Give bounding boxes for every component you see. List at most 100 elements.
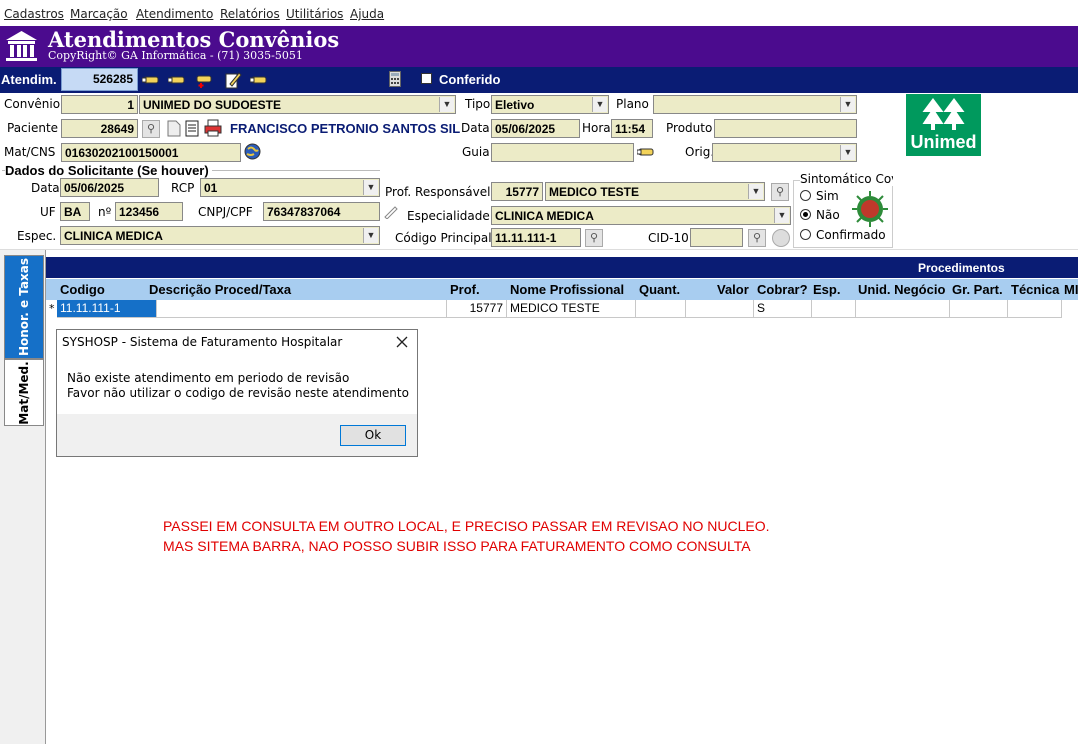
binoculars-icon[interactable]: ⚲ [748, 229, 766, 247]
binoculars-icon[interactable]: ⚲ [771, 183, 789, 201]
cell-valor[interactable] [686, 300, 754, 318]
cid-label: CID-10 [648, 231, 689, 245]
binoculars-icon[interactable]: ⚲ [585, 229, 603, 247]
atendim-label: Atendim. [1, 72, 57, 87]
col-gr-part[interactable]: Gr. Part. [952, 282, 1003, 297]
close-icon[interactable] [394, 334, 410, 350]
produto-field[interactable] [714, 119, 857, 138]
chevron-down-icon[interactable]: ▼ [363, 180, 378, 195]
chevron-down-icon[interactable]: ▼ [840, 97, 855, 112]
dialog-message-line1: Não existe atendimento em periodo de rev… [67, 371, 350, 385]
sol-data-field[interactable]: 05/06/2025 [60, 178, 159, 197]
num-field[interactable]: 123456 [115, 202, 183, 221]
cell-unid[interactable] [856, 300, 950, 318]
menu-marcacao[interactable]: Marcação [70, 7, 128, 21]
codigo-field[interactable]: 11.11.111-1 [491, 228, 581, 247]
menu-ajuda[interactable]: Ajuda [350, 7, 384, 21]
cell-prof[interactable]: 15777 [447, 300, 507, 318]
col-prof[interactable]: Prof. [450, 282, 480, 297]
cell-tecnica[interactable] [1008, 300, 1062, 318]
binoculars-icon[interactable]: ⚲ [142, 120, 160, 138]
plano-select[interactable]: ▼ [653, 95, 857, 114]
edit-document-icon[interactable] [224, 71, 242, 89]
col-mi[interactable]: MI [1064, 282, 1078, 297]
tab-honor-taxas[interactable]: Honor. e Taxas [4, 255, 44, 359]
rcp-select[interactable]: 01 ▼ [200, 178, 380, 197]
uf-field[interactable]: BA [60, 202, 90, 221]
col-cobrar[interactable]: Cobrar? [757, 282, 808, 297]
pencil-icon[interactable] [383, 203, 399, 220]
globe-icon[interactable] [244, 143, 261, 160]
matcns-field[interactable]: 01630202100150001 [61, 143, 241, 162]
cnpj-field[interactable]: 76347837064 [263, 202, 380, 221]
col-nome-profissional[interactable]: Nome Profissional [510, 282, 624, 297]
hand-pointer-icon[interactable] [249, 73, 268, 87]
col-valor[interactable]: Valor [717, 282, 749, 297]
tab-matmed[interactable]: Mat/Med. [4, 359, 44, 426]
ok-button[interactable]: Ok [340, 425, 406, 446]
espec-select[interactable]: CLINICA MEDICA ▼ [491, 206, 791, 225]
paciente-code-field[interactable]: 28649 [61, 119, 138, 138]
col-quant[interactable]: Quant. [639, 282, 680, 297]
chevron-down-icon[interactable]: ▼ [439, 97, 454, 112]
menu-utilitarios[interactable]: Utilitários [286, 7, 343, 21]
data-field[interactable]: 05/06/2025 [491, 119, 580, 138]
cell-cobrar[interactable]: S [754, 300, 812, 318]
chevron-down-icon[interactable]: ▼ [363, 228, 378, 243]
convenio-select[interactable]: UNIMED DO SUDOESTE ▼ [139, 95, 456, 114]
prof-name: MEDICO TESTE [549, 185, 640, 199]
paciente-label: Paciente [7, 121, 59, 135]
cid-field[interactable] [690, 228, 743, 247]
menu-cadastros[interactable]: Cadastros [4, 7, 64, 21]
col-unid-negocio[interactable]: Unid. Negócio [858, 282, 945, 297]
solicitante-title: Dados do Solicitante (Se houver) [5, 163, 212, 178]
cell-grpart[interactable] [950, 300, 1008, 318]
cell-descricao[interactable] [157, 300, 447, 318]
menu-atendimento[interactable]: Atendimento [136, 7, 213, 21]
calculator-icon[interactable] [389, 71, 401, 87]
tipo-label: Tipo [465, 97, 491, 111]
cell-nome[interactable]: MEDICO TESTE [507, 300, 636, 318]
matcns-label: Mat/CNS [4, 145, 56, 159]
chevron-down-icon[interactable]: ▼ [748, 184, 763, 199]
atendim-field[interactable]: 526285 [61, 68, 138, 91]
cell-codigo[interactable]: 11.11.111-1 [57, 300, 157, 318]
col-codigo[interactable]: Codigo [60, 282, 105, 297]
hora-field[interactable]: 11:54 [611, 119, 653, 138]
covid-confirmado-radio[interactable] [800, 229, 811, 240]
sol-data-label: Data [31, 181, 60, 195]
add-record-icon[interactable] [195, 73, 213, 89]
hora-label: Hora [582, 121, 611, 135]
guia-field[interactable] [491, 143, 634, 162]
document-icon[interactable] [167, 120, 181, 137]
col-tecnica[interactable]: Técnica [1011, 282, 1059, 297]
chevron-down-icon[interactable]: ▼ [592, 97, 607, 112]
sol-espec-value: CLINICA MEDICA [64, 229, 163, 243]
prof-select[interactable]: MEDICO TESTE ▼ [545, 182, 765, 201]
conferido-label: Conferido [439, 72, 501, 87]
menu-relatorios[interactable]: Relatórios [220, 7, 280, 21]
orig-select[interactable]: ▼ [712, 143, 857, 162]
unimed-logo: Unimed [906, 94, 981, 156]
card-icon[interactable] [185, 120, 201, 137]
hand-pointer-icon[interactable] [636, 145, 655, 159]
cell-esp[interactable] [812, 300, 856, 318]
covid-nao-radio[interactable] [800, 209, 811, 220]
col-descricao[interactable]: Descrição Proced/Taxa [149, 282, 291, 297]
covid-sim-radio[interactable] [800, 190, 811, 201]
guia-label: Guia [462, 145, 490, 159]
cell-quant[interactable] [636, 300, 686, 318]
dialog-message-line2: Favor não utilizar o codigo de revisão n… [67, 386, 409, 400]
conferido-checkbox[interactable] [421, 73, 432, 84]
sol-espec-select[interactable]: CLINICA MEDICA ▼ [60, 226, 380, 245]
hand-pointer-icon[interactable] [167, 73, 186, 87]
chevron-down-icon[interactable]: ▼ [774, 208, 789, 223]
hand-pointer-icon[interactable] [141, 73, 160, 87]
prof-code-field[interactable]: 15777 [491, 182, 543, 201]
printer-icon[interactable] [204, 119, 222, 137]
convenio-code-field[interactable]: 1 [61, 95, 138, 114]
settings-icon[interactable] [772, 229, 790, 247]
tipo-select[interactable]: Eletivo ▼ [491, 95, 609, 114]
col-esp[interactable]: Esp. [813, 282, 840, 297]
chevron-down-icon[interactable]: ▼ [840, 145, 855, 160]
